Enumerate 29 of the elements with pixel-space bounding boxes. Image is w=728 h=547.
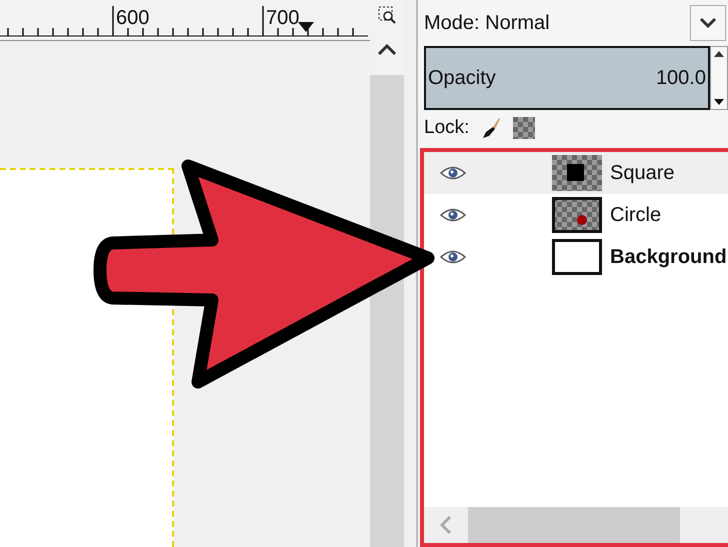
layer-name: Circle	[610, 204, 662, 226]
scrollbar-thumb[interactable]	[468, 507, 680, 543]
navigate-icon[interactable]	[378, 6, 396, 24]
paintbrush-icon[interactable]	[481, 117, 502, 139]
lock-label: Lock:	[424, 117, 470, 139]
opacity-field[interactable]: Opacity 100.0	[424, 46, 710, 110]
pointer-marker-icon	[298, 22, 314, 32]
layer-thumbnail	[552, 155, 602, 191]
opacity-value: 100.0	[656, 66, 706, 90]
chevron-up-icon	[377, 44, 397, 56]
ruler-label: 600	[116, 6, 150, 30]
layer-row[interactable]: Circle	[424, 194, 728, 236]
spin-buttons[interactable]	[710, 46, 728, 110]
opacity-label: Opacity	[428, 66, 496, 90]
mode-dropdown-button[interactable]	[690, 5, 726, 41]
layer-name: Background	[610, 246, 727, 268]
eye-icon[interactable]	[438, 166, 468, 180]
chevron-down-icon	[699, 17, 717, 29]
layer-row[interactable]: Background	[424, 236, 728, 278]
chevron-left-icon	[440, 515, 452, 535]
layer-row[interactable]: Square	[424, 152, 728, 194]
eye-icon[interactable]	[438, 208, 468, 222]
layer-thumbnail	[552, 239, 602, 275]
eye-icon[interactable]	[438, 250, 468, 264]
mode-label: Mode: Normal	[424, 12, 550, 34]
checkerboard-icon[interactable]	[513, 117, 536, 139]
layer-name: Square	[610, 162, 674, 184]
ruler-label: 700	[266, 6, 300, 30]
layer-thumbnail	[552, 197, 602, 233]
